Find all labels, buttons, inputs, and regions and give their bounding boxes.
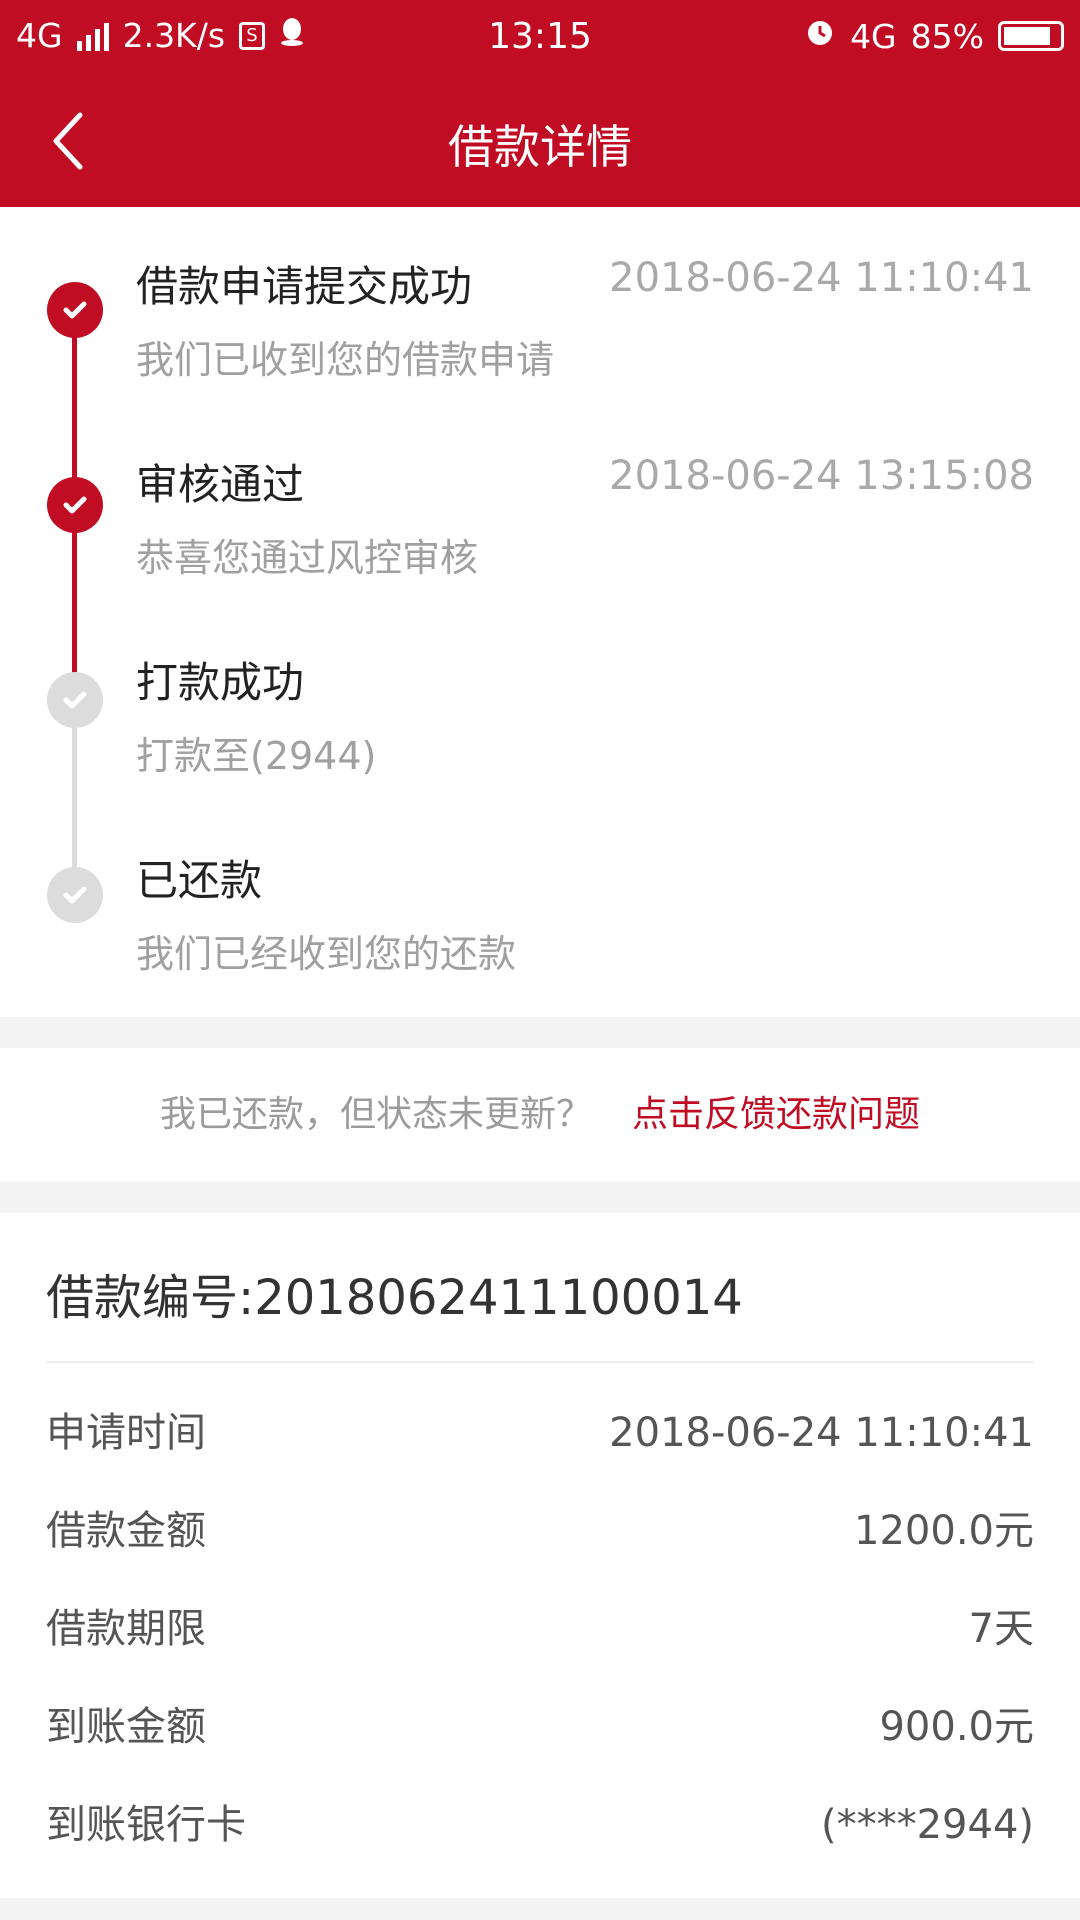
check-circle-icon <box>47 477 103 533</box>
step-description: 恭喜您通过风控审核 <box>136 536 479 580</box>
step-description: 我们已经收到您的还款 <box>136 932 517 976</box>
check-circle-icon <box>47 282 103 338</box>
detail-row: 借款金额 1200.0元 <box>46 1501 1034 1561</box>
step-title: 审核通过 <box>136 460 305 509</box>
step-time: 2018-06-24 13:15:08 <box>609 453 1034 499</box>
detail-label: 借款金额 <box>46 1508 206 1554</box>
detail-value: 2018-06-24 11:10:41 <box>609 1410 1034 1456</box>
check-circle-icon <box>47 672 103 728</box>
battery-percent: 85% <box>910 16 984 56</box>
detail-value: 1200.0元 <box>854 1508 1034 1554</box>
nav-bar: 借款详情 <box>0 75 1080 207</box>
loan-number: 借款编号:2018062411100014 <box>46 1258 743 1328</box>
detail-label: 借款期限 <box>46 1606 206 1652</box>
detail-row: 到账银行卡 (****2944) <box>46 1795 1034 1855</box>
page-title: 借款详情 <box>448 120 632 174</box>
detail-value: (****2944) <box>820 1802 1034 1848</box>
step-description: 我们已收到您的借款申请 <box>136 338 555 382</box>
detail-row: 到账金额 900.0元 <box>46 1697 1034 1757</box>
repayment-feedback-bar: 我已还款，但状态未更新？ 点击反馈还款问题 <box>0 1048 1080 1182</box>
step-title: 借款申请提交成功 <box>136 262 473 311</box>
status-right: 4G 85% <box>804 16 1064 56</box>
step-title: 打款成功 <box>136 658 305 707</box>
alarm-icon <box>804 16 836 56</box>
detail-value: 7天 <box>968 1606 1034 1652</box>
detail-label: 申请时间 <box>46 1410 206 1456</box>
loan-progress-timeline: 借款申请提交成功 2018-06-24 11:10:41 我们已收到您的借款申请… <box>0 207 1080 1017</box>
detail-label: 到账银行卡 <box>46 1802 246 1848</box>
loan-number-label: 借款编号: <box>46 1270 255 1326</box>
feedback-question: 我已还款，但状态未更新？ <box>159 1094 592 1135</box>
detail-value: 900.0元 <box>879 1704 1034 1750</box>
battery-icon <box>998 21 1064 51</box>
step-time: 2018-06-24 11:10:41 <box>609 255 1034 301</box>
network2-label: 4G <box>850 16 897 56</box>
detail-row: 申请时间 2018-06-24 11:10:41 <box>46 1403 1034 1463</box>
status-bar: 4G 2.3K/s S 13:15 4G 85% <box>0 0 1080 75</box>
detail-label: 到账金额 <box>46 1704 206 1750</box>
loan-number-value: 2018062411100014 <box>254 1270 743 1326</box>
detail-row: 借款期限 7天 <box>46 1599 1034 1659</box>
loan-details-card: 借款编号:2018062411100014 申请时间 2018-06-24 11… <box>0 1213 1080 1898</box>
step-description: 打款至(2944) <box>136 734 377 778</box>
step-title: 已还款 <box>136 856 263 905</box>
feedback-link[interactable]: 点击反馈还款问题 <box>632 1094 920 1135</box>
divider <box>46 1361 1034 1363</box>
check-circle-icon <box>47 867 103 923</box>
